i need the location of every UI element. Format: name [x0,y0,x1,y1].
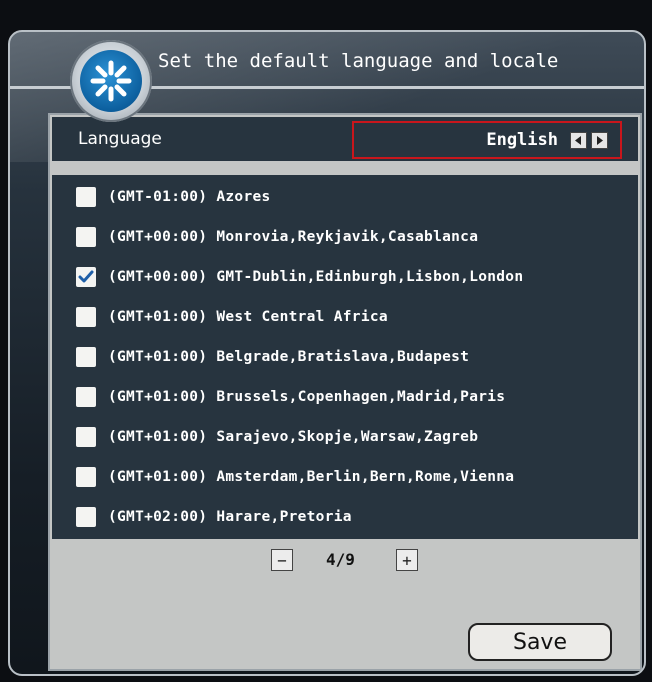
timezone-checkbox[interactable] [76,227,96,247]
page-prev-button[interactable]: − [271,549,293,571]
timezone-row[interactable]: (GMT+01:00) West Central Africa [52,297,638,337]
timezone-checkbox[interactable] [76,387,96,407]
timezone-label: (GMT+00:00) Monrovia,Reykjavik,Casablanc… [108,229,479,245]
logo [70,40,152,122]
asterisk-logo-icon [80,50,142,112]
timezone-checkbox[interactable] [76,187,96,207]
timezone-checkbox-checked[interactable] [76,267,96,287]
timezone-label: (GMT+01:00) Sarajevo,Skopje,Warsaw,Zagre… [108,429,479,445]
settings-panel: Language English (GMT-01:00) Azores (GMT… [48,113,642,671]
page-next-button[interactable]: + [396,549,418,571]
timezone-checkbox[interactable] [76,307,96,327]
checkmark-icon [78,270,94,283]
page-indicator: 4/9 [326,550,355,569]
timezone-checkbox[interactable] [76,347,96,367]
timezone-checkbox[interactable] [76,467,96,487]
arrow-left-icon [575,136,581,145]
timezone-row[interactable]: (GMT+01:00) Brussels,Copenhagen,Madrid,P… [52,377,638,417]
timezone-label: (GMT+02:00) Harare,Pretoria [108,509,352,525]
language-selector[interactable]: English [352,121,622,159]
timezone-list: (GMT-01:00) Azores (GMT+00:00) Monrovia,… [52,175,638,539]
timezone-row[interactable]: (GMT+01:00) Amsterdam,Berlin,Bern,Rome,V… [52,457,638,497]
timezone-row[interactable]: (GMT+00:00) Monrovia,Reykjavik,Casablanc… [52,217,638,257]
language-next-button[interactable] [591,132,608,149]
pagination: − 4/9 + [50,547,640,573]
timezone-checkbox[interactable] [76,507,96,527]
timezone-checkbox[interactable] [76,427,96,447]
arrow-right-icon [597,136,603,145]
save-button[interactable]: Save [468,623,612,661]
timezone-row[interactable]: (GMT+01:00) Sarajevo,Skopje,Warsaw,Zagre… [52,417,638,457]
timezone-row[interactable]: (GMT+01:00) Belgrade,Bratislava,Budapest [52,337,638,377]
timezone-label: (GMT+01:00) Brussels,Copenhagen,Madrid,P… [108,389,506,405]
timezone-label: (GMT+01:00) Amsterdam,Berlin,Bern,Rome,V… [108,469,515,485]
timezone-label: (GMT+01:00) Belgrade,Bratislava,Budapest [108,349,470,365]
timezone-row[interactable]: (GMT+00:00) GMT-Dublin,Edinburgh,Lisbon,… [52,257,638,297]
language-prev-button[interactable] [570,132,587,149]
language-value: English [486,130,558,150]
timezone-row[interactable]: (GMT-01:00) Azores [52,177,638,217]
timezone-row[interactable]: (GMT+02:00) Harare,Pretoria [52,497,638,537]
dialog-frame: Set the default language and locale Lang… [8,30,646,676]
language-bar: Language English [52,117,638,161]
page-title: Set the default language and locale [158,50,559,72]
timezone-label: (GMT+00:00) GMT-Dublin,Edinburgh,Lisbon,… [108,269,524,285]
timezone-label: (GMT-01:00) Azores [108,189,271,205]
timezone-label: (GMT+01:00) West Central Africa [108,309,388,325]
language-label: Language [78,129,162,149]
